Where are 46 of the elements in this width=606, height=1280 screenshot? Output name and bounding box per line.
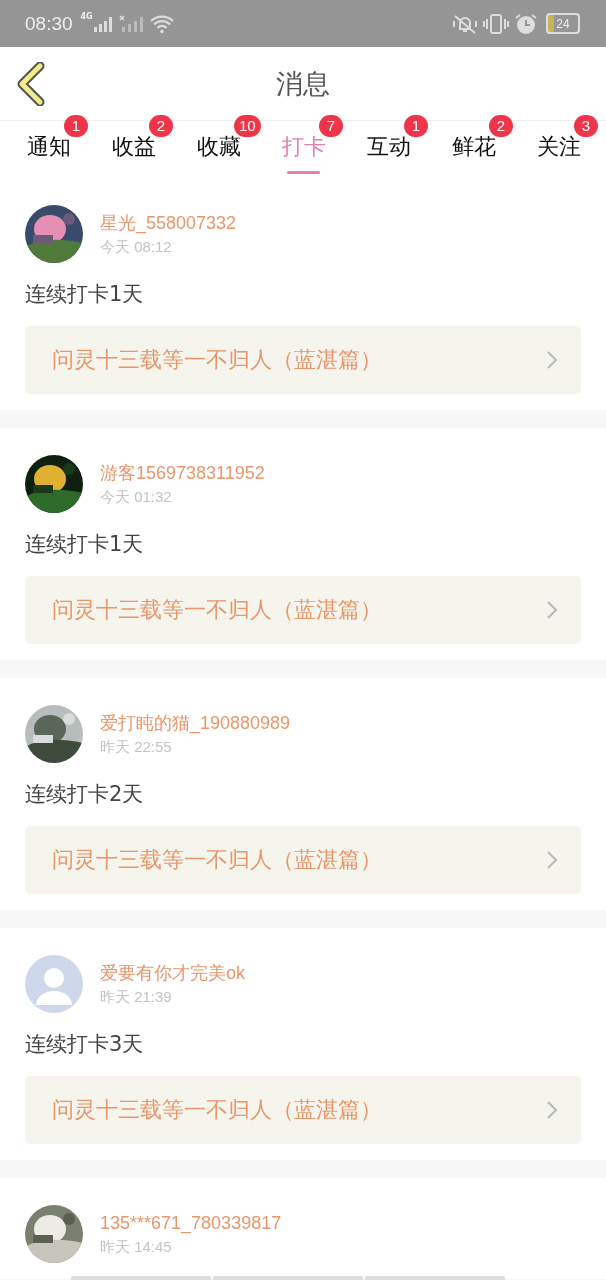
chevron-right-icon: [545, 849, 559, 871]
user-name[interactable]: 星光_558007332: [100, 211, 237, 235]
signal-icon: [92, 14, 115, 33]
message-text: 连续打卡2天: [25, 781, 145, 808]
user-name[interactable]: 爱要有你才完美ok: [100, 961, 245, 985]
book-link[interactable]: 问灵十三载等一不归人（蓝湛篇）: [25, 326, 581, 394]
page-title: 消息: [276, 66, 330, 101]
network-type-text: 4G: [80, 12, 93, 21]
timestamp: 昨天 21:39: [100, 987, 173, 1007]
user-name[interactable]: 135***671_780339817: [100, 1211, 282, 1235]
count-badge: 7: [319, 115, 343, 137]
chevron-right-icon: [545, 1099, 559, 1121]
vibrate-icon: [482, 12, 510, 35]
avatar-icon: [25, 955, 83, 1013]
message-text: 连续打卡1天: [25, 281, 145, 308]
count-badge: 3: [574, 115, 598, 137]
book-link[interactable]: 问灵十三载等一不归人（蓝湛篇）: [25, 576, 581, 644]
message-text: 连续打卡1天: [25, 531, 145, 558]
no-signal-icon: [118, 14, 145, 33]
book-title: 问灵十三载等一不归人（蓝湛篇）: [52, 596, 382, 624]
battery-text: 24: [556, 16, 570, 31]
message-text: 连续打卡3天: [25, 1031, 145, 1058]
clock-text: 08:30: [25, 12, 73, 35]
user-name[interactable]: 游客1569738311952: [100, 461, 265, 485]
chevron-right-icon: [545, 599, 559, 621]
count-badge: 2: [149, 115, 173, 137]
count-badge: 1: [64, 115, 88, 137]
back-icon[interactable]: [16, 62, 46, 106]
wifi-icon: [148, 13, 175, 34]
tab-indicator: [287, 171, 320, 174]
muted-bell-icon: [452, 12, 478, 35]
count-badge: 2: [489, 115, 513, 137]
chevron-right-icon: [545, 349, 559, 371]
count-badge: 10: [234, 115, 261, 137]
timestamp: 昨天 14:45: [100, 1237, 173, 1257]
timestamp: 今天 01:32: [100, 487, 173, 507]
alarm-icon: [514, 12, 538, 35]
book-title: 问灵十三载等一不归人（蓝湛篇）: [52, 1096, 382, 1124]
book-link[interactable]: 问灵十三载等一不归人（蓝湛篇）: [25, 826, 581, 894]
book-title: 问灵十三载等一不归人（蓝湛篇）: [52, 346, 382, 374]
count-badge: 1: [404, 115, 428, 137]
book-title: 问灵十三载等一不归人（蓝湛篇）: [52, 846, 382, 874]
timestamp: 今天 08:12: [100, 237, 173, 257]
book-link[interactable]: 问灵十三载等一不归人（蓝湛篇）: [25, 1076, 581, 1144]
timestamp: 昨天 22:55: [100, 737, 173, 757]
user-name[interactable]: 爱打盹的猫_190880989: [100, 711, 291, 735]
